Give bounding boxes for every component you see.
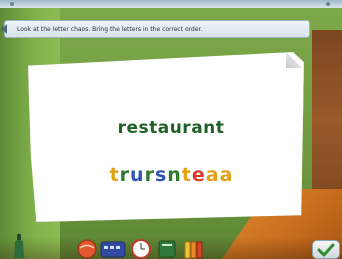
letter-tile[interactable]: r — [119, 164, 129, 186]
letter-tile[interactable]: a — [219, 164, 233, 186]
rail-grip — [326, 2, 330, 6]
scrambled-letters: trursnteaa — [0, 164, 342, 186]
top-rail — [0, 0, 342, 8]
instruction-bar: Look at the letter chaos. Bring the lett… — [1, 20, 310, 38]
letter-tile[interactable]: a — [205, 164, 219, 186]
letter-tile[interactable]: n — [167, 164, 182, 186]
globe-icon[interactable] — [76, 236, 98, 259]
checkmark-icon — [317, 243, 335, 256]
letter-tile[interactable]: u — [130, 164, 145, 186]
keyboard-icon[interactable] — [100, 236, 126, 259]
check-button[interactable] — [312, 240, 340, 259]
letter-tile[interactable]: t — [109, 164, 119, 186]
clock-icon[interactable] — [130, 236, 152, 259]
book-icon[interactable] — [156, 236, 178, 259]
target-word: restaurant — [117, 118, 225, 138]
letter-tile[interactable]: s — [154, 164, 166, 186]
letter-tile[interactable]: r — [144, 164, 154, 186]
speaker-icon[interactable] — [0, 22, 13, 36]
instruction-text: Look at the letter chaos. Bring the lett… — [17, 25, 203, 33]
rail-grip — [10, 2, 14, 6]
letter-tile[interactable]: t — [181, 164, 191, 186]
game-scene: Look at the letter chaos. Bring the lett… — [0, 0, 342, 259]
letter-tile[interactable]: e — [191, 164, 205, 186]
bottle-icon[interactable] — [12, 234, 26, 259]
folder-icon[interactable] — [182, 236, 204, 259]
